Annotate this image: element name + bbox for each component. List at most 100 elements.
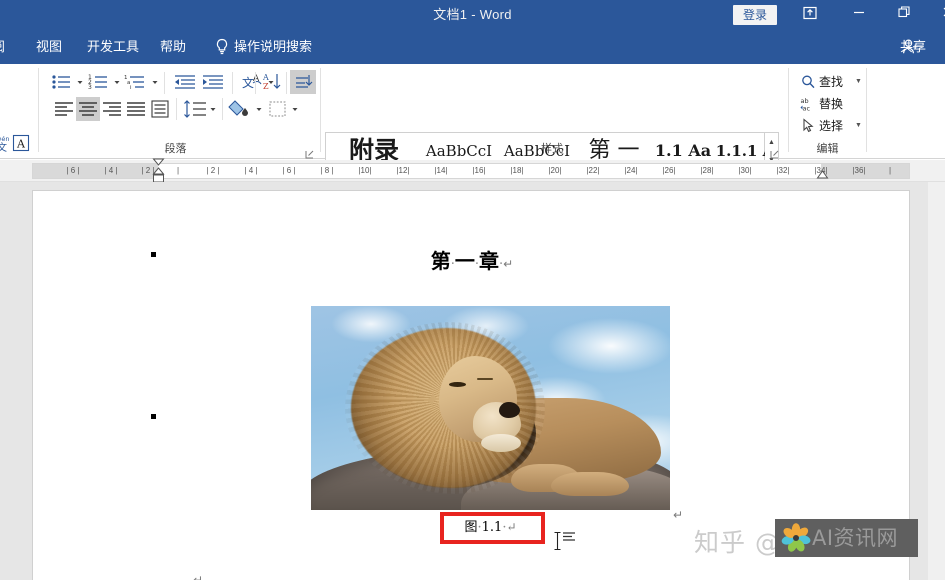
borders-button[interactable] <box>266 98 290 120</box>
share-button[interactable]: 共享 <box>900 30 926 64</box>
group-label-styles: 样式 <box>541 143 563 155</box>
lion-eye-secondary <box>477 378 493 380</box>
tab-help[interactable]: 帮助 <box>160 30 186 64</box>
paragraph-dialog-launcher[interactable] <box>305 146 314 159</box>
flower-logo-icon <box>781 523 811 553</box>
minimize-icon[interactable] <box>844 5 874 25</box>
tell-me-search[interactable]: 操作说明搜索 <box>234 30 312 64</box>
ruler-tick: | <box>176 166 180 175</box>
lion-eye <box>449 382 466 387</box>
ruler-tick: |26| <box>662 166 676 175</box>
select-dropdown-icon[interactable]: ▼ <box>855 116 862 136</box>
align-center-button[interactable] <box>76 97 100 121</box>
image-anchor-pilcrow: ↵ <box>673 508 684 522</box>
horizontal-ruler[interactable]: | 6 | | 4 | | 2 | | | 2 | | 4 | | 6 | | … <box>32 158 910 183</box>
lion-photo[interactable] <box>311 306 670 510</box>
bullets-button[interactable] <box>50 71 75 93</box>
tab-developer[interactable]: 开发工具 <box>87 30 139 64</box>
line-spacing-button[interactable] <box>182 98 208 120</box>
numbering-dropdown-icon[interactable] <box>112 77 122 87</box>
ruler-tick: |14| <box>434 166 448 175</box>
tab-review[interactable]: 阅 <box>0 30 5 64</box>
ruler-tick: |12| <box>396 166 410 175</box>
paragraph-lines-icon <box>562 530 576 548</box>
bottom-pilcrow: ↵ <box>193 573 204 580</box>
watermark-label: AI资讯网 <box>812 526 899 550</box>
ruler-tick: |10| <box>358 166 372 175</box>
bullets-dropdown-icon[interactable] <box>75 77 85 87</box>
ruler-area: | 6 | | 4 | | 2 | | | 2 | | 4 | | 6 | | … <box>0 158 945 183</box>
ruler-tick: |32| <box>776 166 790 175</box>
mini-separator-3 <box>255 72 256 94</box>
document-heading[interactable]: 第·一·章·↵ <box>33 245 911 274</box>
select-label: 选择 <box>819 119 844 133</box>
svg-text:文: 文 <box>0 141 7 154</box>
svg-text:wén: wén <box>0 135 9 143</box>
borders-dropdown-icon[interactable] <box>290 104 300 114</box>
show-formatting-marks-button[interactable] <box>290 70 316 94</box>
increase-indent-button[interactable] <box>200 71 226 93</box>
shading-button[interactable] <box>228 98 254 120</box>
multilevel-dropdown-icon[interactable] <box>150 77 160 87</box>
svg-text:A: A <box>262 73 269 82</box>
word-window: 文档1 - Word 登录 阅 视图 开发工具 帮助 操作说明搜索 <box>0 0 945 580</box>
mini-separator-4 <box>286 72 287 94</box>
ribbon: wén文 A A 字 <box>0 64 945 219</box>
lion-nose <box>499 402 520 418</box>
ruler-tick: | 6 | <box>282 166 296 175</box>
numbering-button[interactable]: 1 2 3 <box>87 71 112 93</box>
sign-in-button[interactable]: 登录 <box>733 5 777 25</box>
tab-view[interactable]: 视图 <box>36 30 62 64</box>
mini-separator-5 <box>176 98 177 120</box>
group-separator-2 <box>320 68 321 152</box>
highlight-annotation-box <box>440 512 545 544</box>
close-icon[interactable] <box>933 5 945 25</box>
vertical-scrollbar[interactable] <box>928 182 945 580</box>
decrease-indent-button[interactable] <box>172 71 198 93</box>
distributed-align-button[interactable] <box>148 97 172 121</box>
document-canvas[interactable]: 第·一·章·↵ ↵ ↵ 图·1.1·↵ 知乎 @ AI资讯网 <box>0 182 945 580</box>
ribbon-display-options-icon[interactable] <box>795 5 825 25</box>
square-bullet-mark <box>151 414 156 419</box>
watermark-prefix: 知乎 @ <box>694 528 781 557</box>
lion-chin <box>481 434 521 452</box>
replace-abc-icon: ab ac <box>800 96 817 113</box>
align-right-button[interactable] <box>100 98 124 120</box>
svg-text:3: 3 <box>88 84 92 91</box>
lion-leg <box>551 472 629 496</box>
svg-text:Z: Z <box>263 82 269 91</box>
heading-pilcrow: ↵ <box>503 257 514 271</box>
group-separator-3 <box>788 68 789 152</box>
ruler-tick: | 6 | <box>66 166 80 175</box>
ruler-tick: |24| <box>624 166 638 175</box>
group-separator-4 <box>866 68 867 152</box>
ruler-tick: | 4 | <box>104 166 118 175</box>
character-border-icon[interactable]: A <box>10 132 32 154</box>
svg-text:i: i <box>130 85 132 91</box>
ruler-tick: | 4 | <box>244 166 258 175</box>
ruler-tick: |16| <box>472 166 486 175</box>
heading-char-3: 章 <box>479 249 500 273</box>
group-label-paragraph: 段落 <box>164 143 187 155</box>
svg-text:ac: ac <box>803 105 811 113</box>
shading-dropdown-icon[interactable] <box>254 104 264 114</box>
find-dropdown-icon[interactable]: ▼ <box>855 72 862 92</box>
mini-separator-6 <box>222 98 223 120</box>
ruler-tick: |22| <box>586 166 600 175</box>
svg-text:A: A <box>16 138 26 151</box>
text-cursor-icon <box>553 531 562 556</box>
line-spacing-dropdown-icon[interactable] <box>208 104 218 114</box>
ruler-tick: |20| <box>548 166 562 175</box>
sort-button[interactable]: A Z <box>262 71 286 93</box>
styles-dialog-launcher[interactable] <box>770 146 779 159</box>
ruler-tick: |30| <box>738 166 752 175</box>
align-left-button[interactable] <box>52 98 76 120</box>
ruler-tick: | 2 | <box>206 166 220 175</box>
multilevel-list-button[interactable]: 1 a i <box>124 71 150 93</box>
ruler-tick: |36| <box>852 166 866 175</box>
mini-separator <box>164 72 165 94</box>
mini-separator-2 <box>232 72 233 94</box>
restore-icon[interactable] <box>889 5 919 25</box>
justify-button[interactable] <box>124 98 148 120</box>
heading-char-1: 第 <box>430 249 451 273</box>
